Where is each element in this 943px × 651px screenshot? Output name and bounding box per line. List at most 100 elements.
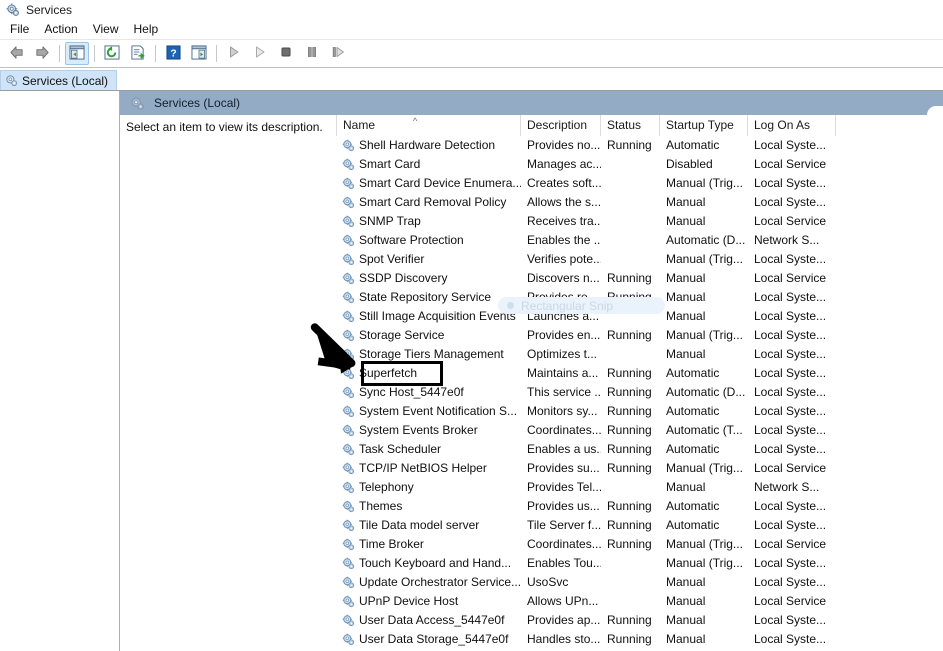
cell-log-on-as: Network S...	[754, 233, 820, 247]
service-name-label: Smart Card Device Enumera...	[359, 176, 521, 190]
cell-description: Handles sto...	[527, 632, 601, 646]
table-row[interactable]: System Events Broker Coordinates... Runnin…	[336, 421, 943, 440]
cell-status	[601, 573, 660, 592]
show-action-pane-button[interactable]	[187, 42, 211, 65]
stop-service-button[interactable]	[274, 42, 298, 65]
cell-description: Receives tra...	[527, 214, 601, 228]
forward-button[interactable]	[30, 42, 54, 65]
table-row[interactable]: Smart Card Manages ac... Disabled Local Ser…	[336, 155, 943, 174]
services-list-view[interactable]: Name ^ Description Status Startup Type L…	[310, 115, 943, 651]
cell-description: Allows the s...	[527, 195, 601, 209]
cell-description: Manages ac...	[527, 157, 601, 171]
stop-icon	[279, 45, 293, 62]
table-row[interactable]: Spot Verifier Verifies pote... Manual (Tri…	[336, 250, 943, 269]
cell-description: Launches a...	[527, 309, 600, 323]
table-row[interactable]: Storage Service Provides en... Running Manu…	[336, 326, 943, 345]
menu-action[interactable]: Action	[40, 21, 86, 38]
column-header-startup-type[interactable]: Startup Type	[660, 115, 748, 136]
cell-name: Shell Hardware Detection	[336, 136, 521, 155]
table-row[interactable]: Update Orchestrator Service... UsoSvc Manu…	[336, 573, 943, 592]
cell-name: Spot Verifier	[336, 250, 521, 269]
table-row[interactable]: SSDP Discovery Discovers n... Running Manua…	[336, 269, 943, 288]
service-gear-icon	[342, 614, 355, 627]
column-header-description[interactable]: Description	[521, 115, 601, 136]
table-row[interactable]: User Data Storage_5447e0f Handles sto... R…	[336, 630, 943, 649]
table-row[interactable]: SNMP Trap Receives tra... Manual Local Serv…	[336, 212, 943, 231]
services-gear-icon	[130, 96, 145, 111]
column-header-name[interactable]: Name ^	[336, 115, 521, 136]
table-row[interactable]: Smart Card Device Enumera... Creates soft…	[336, 174, 943, 193]
cell-startup-type: Automatic	[666, 442, 720, 456]
refresh-button[interactable]	[100, 42, 124, 65]
cell-startup-type: Manual	[666, 271, 706, 285]
table-row[interactable]: Superfetch Maintains a... Running Automatic…	[336, 364, 943, 383]
toolbar-separator	[59, 45, 60, 62]
show-hide-console-tree-button[interactable]	[65, 42, 89, 65]
description-prompt: Select an item to view its description.	[126, 119, 323, 134]
cell-status: Running	[607, 385, 652, 399]
table-row[interactable]: Time Broker Coordinates... Running Manual (…	[336, 535, 943, 554]
cell-log-on-as: Local Syste...	[754, 195, 827, 209]
cell-log-on-as: Local Service	[754, 537, 827, 551]
service-gear-icon	[342, 386, 355, 399]
cell-startup-type: Automatic (D...	[666, 233, 746, 247]
table-row[interactable]: User Data Access_5447e0f Provides ap... Ru…	[336, 611, 943, 630]
table-row[interactable]: Task Scheduler Enables a us... Running Auto…	[336, 440, 943, 459]
table-row[interactable]: Telephony Provides Tel... Manual Network S.…	[336, 478, 943, 497]
table-row[interactable]: Touch Keyboard and Hand... Enables Tou...…	[336, 554, 943, 573]
service-name-label: SSDP Discovery	[359, 271, 448, 285]
cell-name: Software Protection	[336, 231, 521, 250]
cell-name: Update Orchestrator Service...	[336, 573, 521, 592]
table-row[interactable]: Still Image Acquisition Events Launches a…	[336, 307, 943, 326]
table-row[interactable]: Shell Hardware Detection Provides no... Ru…	[336, 136, 943, 155]
pause-service-button[interactable]	[300, 42, 324, 65]
toolbar-separator	[216, 45, 217, 62]
service-gear-icon	[342, 215, 355, 228]
cell-name: Touch Keyboard and Hand...	[336, 554, 521, 573]
table-row[interactable]: Smart Card Removal Policy Allows the s...…	[336, 193, 943, 212]
column-header-name-label: Name	[343, 118, 376, 132]
cell-startup-type: Manual (Trig...	[666, 461, 743, 475]
table-row[interactable]: UPnP Device Host Allows UPn... Manual Local…	[336, 592, 943, 611]
tab-services-local[interactable]: Services (Local)	[0, 70, 118, 90]
column-header-status[interactable]: Status	[601, 115, 660, 136]
table-row[interactable]: Sync Host_5447e0f This service ... Running…	[336, 383, 943, 402]
column-header-log-on-as[interactable]: Log On As	[748, 115, 836, 136]
console-tree-pane	[0, 91, 120, 651]
service-gear-icon	[342, 595, 355, 608]
cell-status	[601, 155, 660, 174]
cell-startup-type: Automatic (T...	[666, 423, 743, 437]
back-button[interactable]	[4, 42, 28, 65]
service-gear-icon	[342, 291, 355, 304]
cell-startup-type: Automatic	[666, 499, 720, 513]
cell-log-on-as: Local Syste...	[754, 499, 827, 513]
cell-description: Enables a us...	[527, 442, 601, 456]
service-gear-icon	[342, 253, 355, 266]
table-row[interactable]: State Repository Service Provides re... Ru…	[336, 288, 943, 307]
export-list-button[interactable]	[126, 42, 150, 65]
table-row[interactable]: System Event Notification S... Monitors s…	[336, 402, 943, 421]
menu-file[interactable]: File	[6, 21, 38, 38]
table-row[interactable]: Software Protection Enables the ... Automa…	[336, 231, 943, 250]
restart-service-button[interactable]	[326, 42, 350, 65]
start-service-button[interactable]	[222, 42, 246, 65]
table-row[interactable]: TCP/IP NetBIOS Helper Provides su... Runni…	[336, 459, 943, 478]
cell-description: Provides ap...	[527, 613, 601, 627]
service-name-label: User Data Storage_5447e0f	[359, 632, 509, 646]
table-row[interactable]: Themes Provides us... Running Automatic Loca…	[336, 497, 943, 516]
help-button[interactable]: ?	[161, 42, 185, 65]
cell-name: TCP/IP NetBIOS Helper	[336, 459, 521, 478]
cell-log-on-as: Local Syste...	[754, 328, 827, 342]
cell-description: Coordinates...	[527, 423, 601, 437]
cell-log-on-as: Local Syste...	[754, 556, 827, 570]
table-row[interactable]: Storage Tiers Management Optimizes t... Ma…	[336, 345, 943, 364]
cell-status	[601, 345, 660, 364]
play-icon	[227, 45, 241, 62]
service-gear-icon	[342, 519, 355, 532]
resume-service-button[interactable]	[248, 42, 272, 65]
cell-description: This service ...	[527, 385, 601, 399]
menu-view[interactable]: View	[89, 21, 128, 38]
menu-help[interactable]: Help	[130, 21, 168, 38]
table-row[interactable]: Tile Data model server Tile Server f... Ru…	[336, 516, 943, 535]
service-name-label: SNMP Trap	[359, 214, 421, 228]
